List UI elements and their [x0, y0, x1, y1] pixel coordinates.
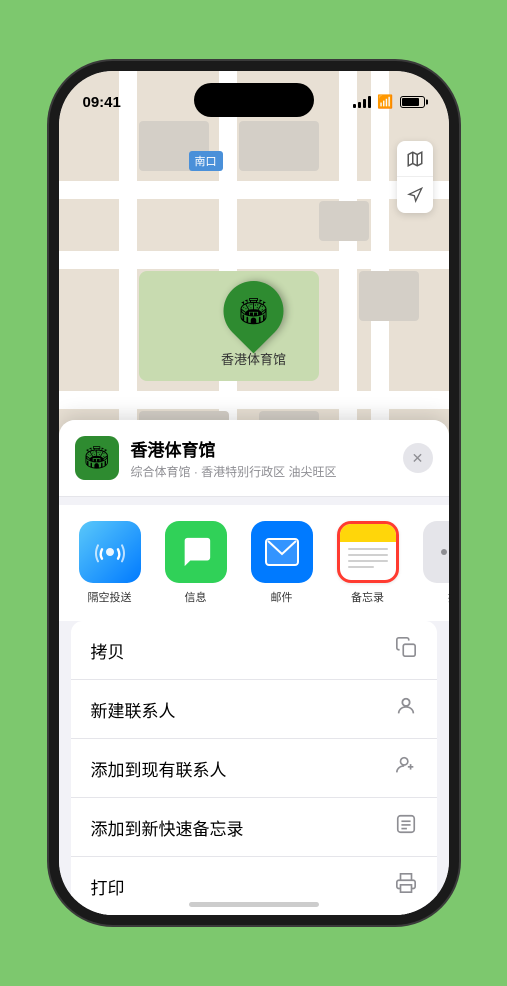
notes-top-bar [340, 524, 396, 542]
status-time: 09:41 [83, 94, 121, 111]
new-contact-icon [395, 695, 417, 723]
dynamic-island [194, 83, 314, 117]
venue-pin-icon: 🏟 [237, 296, 270, 327]
map-block [239, 121, 319, 171]
wifi-icon: 📶 [377, 94, 393, 110]
status-icons: 📶 [353, 94, 424, 110]
map-label: 南口 [189, 151, 223, 171]
venue-marker: 🏟 香港体育馆 [221, 281, 286, 368]
sheet-header: 🏟 香港体育馆 综合体育馆 · 香港特别行政区 油尖旺区 ✕ [59, 420, 449, 497]
action-add-contact-label: 添加到现有联系人 [91, 756, 227, 781]
action-quick-note-label: 添加到新快速备忘录 [91, 815, 244, 840]
bottom-sheet: 🏟 香港体育馆 综合体育馆 · 香港特别行政区 油尖旺区 ✕ [59, 420, 449, 915]
map-controls[interactable] [397, 141, 433, 213]
notes-icon-wrap [337, 521, 399, 583]
copy-icon [395, 636, 417, 664]
close-icon: ✕ [412, 450, 424, 467]
location-button[interactable] [397, 177, 433, 213]
venue-pin: 🏟 [211, 269, 296, 354]
message-label: 信息 [185, 589, 207, 605]
battery-icon [400, 96, 425, 108]
notes-line [348, 566, 374, 568]
share-message[interactable]: 信息 [161, 521, 231, 605]
map-road [59, 181, 449, 199]
action-print-label: 打印 [91, 874, 125, 899]
share-row: 隔空投送 信息 [59, 505, 449, 621]
map-block [319, 201, 369, 241]
map-label-text: 南口 [195, 156, 217, 168]
notes-label: 备忘录 [351, 589, 384, 605]
venue-avatar-icon: 🏟 [83, 445, 111, 471]
map-road [59, 251, 449, 269]
close-button[interactable]: ✕ [403, 443, 433, 473]
venue-name: 香港体育馆 [131, 436, 391, 461]
add-contact-icon [395, 754, 417, 782]
airdrop-icon-wrap [79, 521, 141, 583]
print-icon [395, 872, 417, 900]
action-quick-note[interactable]: 添加到新快速备忘录 [71, 798, 437, 857]
mail-icon-wrap [251, 521, 313, 583]
share-more[interactable]: 提 [419, 521, 449, 605]
action-add-contact[interactable]: 添加到现有联系人 [71, 739, 437, 798]
map-road [59, 391, 449, 409]
more-icon-wrap [423, 521, 449, 583]
more-label: 提 [448, 589, 449, 605]
mail-label: 邮件 [271, 589, 293, 605]
venue-info: 香港体育馆 综合体育馆 · 香港特别行政区 油尖旺区 [131, 436, 391, 480]
notes-line [348, 560, 388, 562]
home-indicator [189, 902, 319, 907]
airdrop-label: 隔空投送 [88, 589, 132, 605]
message-icon-wrap [165, 521, 227, 583]
action-copy-label: 拷贝 [91, 638, 125, 663]
venue-description: 综合体育馆 · 香港特别行政区 油尖旺区 [131, 463, 391, 480]
venue-avatar: 🏟 [75, 436, 119, 480]
signal-icon [353, 96, 371, 108]
map-type-button[interactable] [397, 141, 433, 177]
quick-note-icon [395, 813, 417, 841]
action-new-contact[interactable]: 新建联系人 [71, 680, 437, 739]
notes-line [348, 548, 388, 550]
action-new-contact-label: 新建联系人 [91, 697, 176, 722]
notes-line [348, 554, 388, 556]
share-airdrop[interactable]: 隔空投送 [75, 521, 145, 605]
phone-frame: 09:41 📶 [59, 71, 449, 915]
share-notes[interactable]: 备忘录 [333, 521, 403, 605]
map-block [359, 271, 419, 321]
share-mail[interactable]: 邮件 [247, 521, 317, 605]
action-list: 拷贝 新建联系人 [71, 621, 437, 915]
action-copy[interactable]: 拷贝 [71, 621, 437, 680]
notes-visual [340, 524, 396, 580]
